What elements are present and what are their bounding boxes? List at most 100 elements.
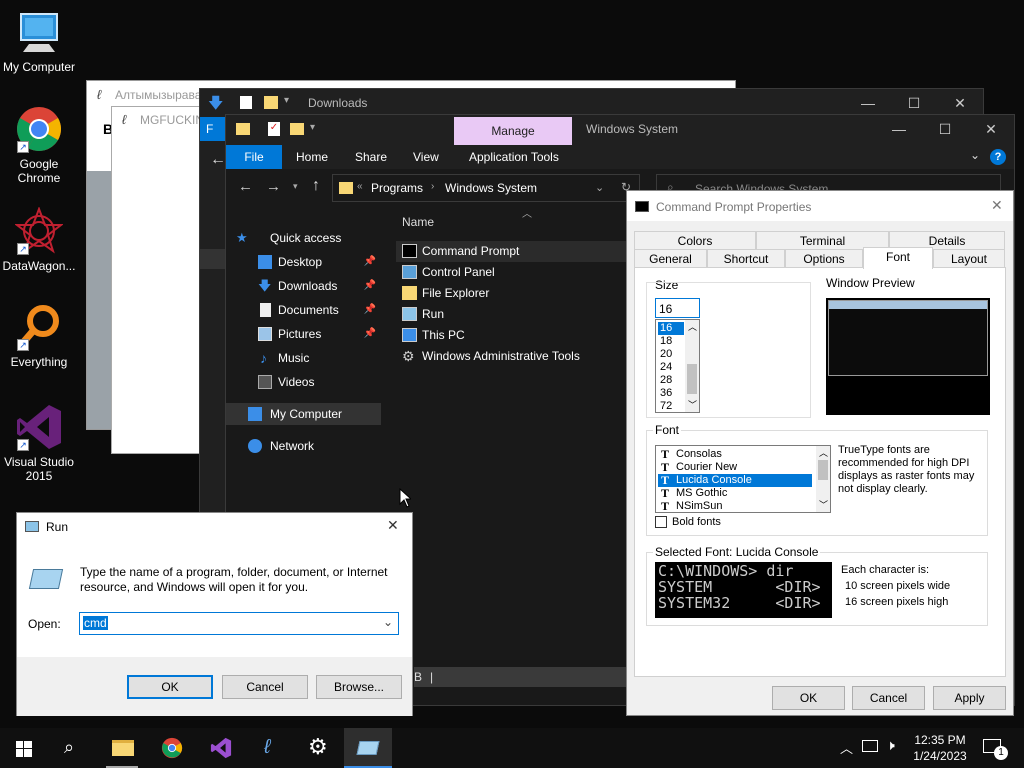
clock-time: 12:35 PM bbox=[914, 733, 966, 747]
bold-fonts-checkbox[interactable] bbox=[655, 516, 667, 528]
nav-network[interactable]: Network bbox=[226, 435, 384, 457]
chevron-down-icon[interactable]: ⌄ bbox=[383, 615, 393, 629]
scroll-down-icon[interactable]: ﹀ bbox=[819, 498, 828, 511]
close-button[interactable]: ✕ bbox=[937, 89, 983, 117]
props-apply-button[interactable]: Apply bbox=[933, 686, 1006, 710]
column-header-name[interactable]: Name bbox=[402, 215, 434, 229]
chevron-down-icon[interactable]: ⌄ bbox=[970, 148, 980, 162]
maximize-button[interactable]: ☐ bbox=[891, 89, 937, 117]
taskbar-chrome[interactable] bbox=[148, 728, 196, 768]
help-icon[interactable]: ? bbox=[990, 149, 1006, 165]
cmd-properties-dialog[interactable]: Command Prompt Properties ✕ Colors Termi… bbox=[626, 190, 1014, 716]
nav-music[interactable]: ♪ Music bbox=[226, 347, 384, 369]
start-button[interactable] bbox=[0, 728, 48, 768]
up-arrow-icon[interactable]: ↑ bbox=[312, 177, 320, 195]
address-bar[interactable]: « Programs › Windows System ⌄ ↻ bbox=[332, 174, 640, 202]
ribbon-tab-file[interactable]: File bbox=[226, 145, 282, 169]
file-item-this-pc[interactable]: This PC bbox=[396, 325, 626, 346]
font-listbox[interactable]: T Consolas T Courier New T Lucida Console T… bbox=[655, 445, 831, 513]
run-cancel-button[interactable]: Cancel bbox=[222, 675, 308, 699]
back-arrow-icon[interactable]: ← bbox=[238, 178, 253, 195]
tab-font[interactable]: Font bbox=[863, 247, 933, 269]
file-item-file-explorer[interactable]: File Explorer bbox=[396, 283, 626, 304]
notifications-button[interactable]: 1 bbox=[980, 736, 1008, 760]
nav-pictures[interactable]: Pictures 📌 bbox=[226, 323, 384, 345]
taskbar-file-explorer[interactable] bbox=[98, 728, 146, 768]
run-browse-button[interactable]: Browse... bbox=[316, 675, 402, 699]
desktop-icon-label: My Computer bbox=[2, 60, 76, 74]
font-option-nsimsun[interactable]: T NSimSun bbox=[658, 500, 812, 513]
scroll-thumb[interactable] bbox=[687, 364, 697, 394]
open-input-value[interactable]: cmd bbox=[83, 616, 108, 630]
forward-arrow-icon[interactable]: → bbox=[266, 178, 281, 195]
desktop-icon-datawagon[interactable]: ↗ DataWagon... bbox=[0, 206, 78, 273]
font-scrollbar[interactable]: ︿ ﹀ bbox=[816, 446, 830, 512]
scroll-up-icon[interactable]: ︿ bbox=[688, 320, 697, 333]
open-combobox[interactable]: cmd ⌄ bbox=[79, 612, 399, 635]
ribbon-tab-share[interactable]: Share bbox=[355, 145, 387, 169]
taskbar-settings[interactable]: ⚙ bbox=[295, 728, 343, 768]
desktop-icon-everything[interactable]: ↗ Everything bbox=[0, 303, 78, 369]
font-option-courier-new[interactable]: T Courier New bbox=[658, 461, 812, 474]
nav-downloads[interactable]: 🡇 Downloads 📌 bbox=[226, 275, 384, 297]
tab-general[interactable]: General bbox=[634, 249, 707, 268]
tab-shortcut[interactable]: Shortcut bbox=[707, 249, 785, 268]
back-arrow-icon[interactable]: ← bbox=[210, 151, 226, 169]
nav-my-computer[interactable]: My Computer bbox=[226, 403, 381, 425]
file-item-command-prompt[interactable]: Command Prompt bbox=[396, 241, 626, 262]
manage-tab[interactable]: Manage bbox=[454, 117, 572, 145]
ribbon-tab-view[interactable]: View bbox=[413, 145, 439, 169]
props-ok-button[interactable]: OK bbox=[772, 686, 845, 710]
pin-icon: 📌 bbox=[363, 304, 376, 315]
breadcrumb-windows-system[interactable]: Windows System bbox=[445, 181, 537, 195]
network-status-icon[interactable] bbox=[862, 740, 878, 752]
desktop-icon-label: DataWagon... bbox=[2, 259, 76, 273]
taskbar-feather-app[interactable]: ℓ bbox=[246, 728, 294, 768]
tab-layout[interactable]: Layout bbox=[933, 249, 1005, 268]
volume-icon[interactable]: 🕨 bbox=[886, 737, 895, 754]
tab-colors[interactable]: Colors bbox=[634, 231, 756, 250]
minimize-button[interactable]: — bbox=[845, 89, 891, 117]
file-item-run[interactable]: Run bbox=[396, 304, 626, 325]
size-scrollbar[interactable]: ︿ ﹀ bbox=[685, 320, 699, 412]
taskbar-visual-studio[interactable] bbox=[197, 728, 245, 768]
folder-icon bbox=[112, 740, 134, 756]
clock[interactable]: 12:35 PM 1/24/2023 bbox=[910, 732, 970, 764]
size-option[interactable]: 16 bbox=[658, 322, 684, 335]
nav-videos[interactable]: Videos bbox=[226, 371, 384, 393]
chevron-down-icon[interactable]: ⌄ bbox=[595, 181, 604, 194]
run-ok-button[interactable]: OK bbox=[127, 675, 213, 699]
desktop-icon-my-computer[interactable]: My Computer bbox=[0, 8, 78, 74]
file-item-control-panel[interactable]: Control Panel bbox=[396, 262, 626, 283]
font-option-consolas[interactable]: T Consolas bbox=[658, 448, 812, 461]
maximize-button[interactable]: ☐ bbox=[922, 115, 968, 143]
ribbon-file-tab[interactable]: F bbox=[200, 117, 226, 141]
desktop-icon-chrome[interactable]: ↗ Google Chrome bbox=[0, 105, 78, 185]
close-button[interactable]: ✕ bbox=[387, 517, 399, 534]
nav-desktop[interactable]: Desktop 📌 bbox=[226, 251, 384, 273]
search-button[interactable]: ⌕ bbox=[48, 728, 96, 768]
scroll-down-icon[interactable]: ﹀ bbox=[688, 398, 697, 411]
font-option-ms-gothic[interactable]: T MS Gothic bbox=[658, 487, 812, 500]
close-button[interactable]: ✕ bbox=[991, 197, 1003, 214]
font-option-lucida-console[interactable]: T Lucida Console bbox=[658, 474, 812, 487]
props-cancel-button[interactable]: Cancel bbox=[852, 686, 925, 710]
close-button[interactable]: ✕ bbox=[968, 115, 1014, 143]
file-item-admin-tools[interactable]: ⚙ Windows Administrative Tools bbox=[396, 346, 626, 367]
minimize-button[interactable]: — bbox=[876, 115, 922, 143]
taskbar-run[interactable] bbox=[344, 728, 392, 768]
scroll-up-icon[interactable]: ︿ bbox=[819, 446, 828, 459]
scroll-thumb[interactable] bbox=[818, 460, 828, 480]
nav-documents[interactable]: Documents 📌 bbox=[226, 299, 384, 321]
ribbon-tab-home[interactable]: Home bbox=[296, 145, 328, 169]
size-input[interactable]: 16 bbox=[655, 298, 700, 318]
breadcrumb-programs[interactable]: Programs bbox=[371, 181, 423, 195]
recent-locations-chevron-icon[interactable]: ▾ bbox=[293, 181, 298, 192]
tab-options[interactable]: Options bbox=[785, 249, 863, 268]
run-dialog[interactable]: Run ✕ Type the name of a program, folder… bbox=[16, 512, 413, 716]
ribbon-tab-application-tools[interactable]: Application Tools bbox=[469, 145, 559, 169]
nav-quick-access[interactable]: ★ Quick access bbox=[226, 227, 384, 249]
desktop-icon-visual-studio[interactable]: ↗ Visual Studio 2015 bbox=[0, 403, 78, 483]
size-listbox[interactable]: 16 18 20 24 28 36 72 ︿ ﹀ bbox=[655, 319, 700, 413]
show-hidden-icons-chevron-icon[interactable]: ︿ bbox=[840, 738, 853, 757]
